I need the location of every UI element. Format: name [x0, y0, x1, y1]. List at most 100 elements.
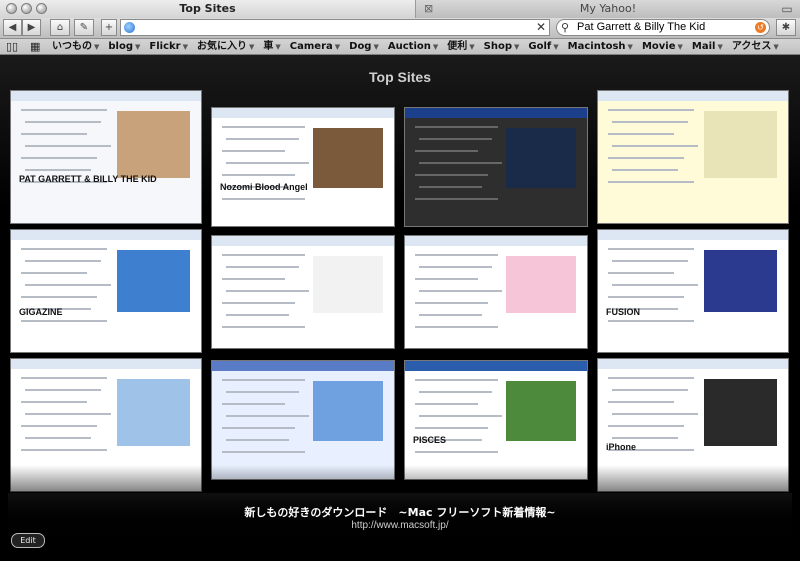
grid-icon[interactable]: ▦: [30, 40, 40, 53]
text-line: [21, 296, 98, 298]
text-line: [226, 391, 299, 393]
top-site-thumbnail[interactable]: Nozomi Blood Angel: [211, 107, 395, 227]
search-query[interactable]: Pat Garrett & Billy The Kid: [577, 21, 705, 34]
text-line: [21, 320, 108, 322]
thumbnail-header: [212, 236, 394, 246]
top-site-thumbnail[interactable]: [211, 235, 395, 349]
title-bar: Top Sites My Yahoo! ⊠ ▭: [0, 0, 800, 19]
thumbnail-header: [598, 230, 788, 240]
text-line: [419, 391, 492, 393]
bookmark-folder[interactable]: 車 ▼: [263, 39, 280, 54]
edit-button[interactable]: Edit: [11, 533, 45, 548]
bookmark-folder[interactable]: Flickr ▼: [149, 39, 188, 54]
top-site-thumbnail[interactable]: PISCES: [404, 360, 588, 480]
chevron-down-icon: ▼: [334, 43, 341, 51]
thumbnail-caption: GIGAZINE: [19, 306, 63, 317]
bookmark-folder[interactable]: Camera ▼: [290, 39, 340, 54]
back-button[interactable]: ◀: [3, 19, 22, 36]
chevron-down-icon: ▼: [677, 43, 683, 51]
text-line: [222, 150, 285, 152]
bookmark-folder[interactable]: Mail ▼: [692, 39, 723, 54]
bookmark-folder[interactable]: Macintosh ▼: [568, 39, 633, 54]
text-line: [21, 157, 98, 159]
text-line: [21, 401, 88, 403]
bookmark-label: Golf: [528, 41, 552, 52]
top-site-thumbnail[interactable]: [211, 360, 395, 480]
text-line: [415, 198, 498, 200]
top-site-thumbnail[interactable]: [404, 235, 588, 349]
bookmark-folder[interactable]: アクセス ▼: [732, 39, 779, 54]
text-line: [415, 403, 478, 405]
add-bookmark-button[interactable]: +: [101, 19, 117, 36]
bookmark-folder[interactable]: Shop ▼: [484, 39, 520, 54]
hovered-site-url: http://www.macsoft.jp/: [351, 520, 449, 531]
text-line: [226, 138, 299, 140]
text-line: [612, 437, 679, 439]
bookmark-folder[interactable]: Movie ▼: [642, 39, 683, 54]
thumbnail-image: [313, 256, 384, 313]
thumbnail-caption: PAT GARRETT & BILLY THE KID: [19, 174, 157, 185]
bookmark-label: Auction: [387, 41, 431, 52]
chevron-down-icon: ▼: [135, 43, 141, 51]
close-tab-icon[interactable]: ⊠: [424, 1, 433, 17]
tab-top-sites[interactable]: Top Sites: [0, 0, 416, 18]
forward-arrow-icon: ▶: [27, 22, 36, 33]
text-line: [415, 379, 498, 381]
top-site-thumbnail[interactable]: PAT GARRETT & BILLY THE KID: [10, 90, 202, 224]
text-line: [25, 145, 112, 147]
text-line: [25, 413, 112, 415]
top-site-thumbnail[interactable]: [597, 90, 789, 224]
bookmark-folder[interactable]: いつもの ▼: [52, 39, 99, 54]
bookmark-folder[interactable]: Auction ▼: [388, 39, 438, 54]
window-resize-icon[interactable]: ▭: [780, 0, 794, 18]
top-site-thumbnail[interactable]: [404, 107, 588, 227]
top-site-thumbnail[interactable]: FUSION: [597, 229, 789, 353]
search-field[interactable]: ⚲ Pat Garrett & Billy The Kid ↺: [556, 19, 770, 36]
text-line: [612, 121, 689, 123]
bookmark-folder[interactable]: blog ▼: [108, 39, 140, 54]
navigation-toolbar: ◀ ▶ ⌂ ✎ + ✕ ⚲ Pat Garrett & Billy The Ki…: [0, 18, 800, 39]
stop-loading-icon[interactable]: ✕: [536, 20, 546, 35]
thumbnail-image: [703, 250, 777, 312]
text-line: [415, 427, 488, 429]
text-line: [25, 169, 92, 171]
text-line: [21, 248, 108, 250]
minimize-window-button[interactable]: [21, 3, 32, 14]
top-site-thumbnail[interactable]: GIGAZINE: [10, 229, 202, 353]
text-line: [612, 145, 699, 147]
bookmark-label: 便利: [447, 41, 468, 52]
pencil-icon: ✎: [79, 22, 89, 33]
thumbnail-header: [11, 230, 201, 240]
bookmark-folder[interactable]: お気に入り ▼: [197, 39, 254, 54]
close-window-button[interactable]: [6, 3, 17, 14]
chevron-down-icon: ▼: [773, 43, 779, 51]
bookmark-label: Mail: [691, 41, 716, 52]
text-line: [419, 266, 492, 268]
zoom-window-button[interactable]: [36, 3, 47, 14]
bug-report-button[interactable]: ✱: [776, 19, 796, 36]
forward-button[interactable]: ▶: [22, 19, 41, 36]
tab-my-yahoo[interactable]: My Yahoo!: [416, 0, 800, 18]
text-line: [21, 133, 88, 135]
text-line: [226, 314, 289, 316]
thumbnail-header: [405, 108, 587, 118]
home-button[interactable]: ⌂: [50, 19, 70, 36]
url-input[interactable]: [139, 21, 529, 34]
edit-page-button[interactable]: ✎: [74, 19, 94, 36]
bookmark-folder[interactable]: Golf ▼: [528, 39, 558, 54]
text-line: [419, 314, 482, 316]
text-line: [226, 290, 309, 292]
text-line: [222, 174, 295, 176]
top-sites-view: Top Sites PAT GARRETT & BILLY THE KID Noz…: [0, 55, 800, 561]
bookmark-label: アクセス: [731, 41, 772, 52]
bookmark-folder[interactable]: Dog ▼: [349, 39, 379, 54]
clear-search-icon[interactable]: ↺: [755, 22, 766, 33]
chevron-down-icon: ▼: [469, 43, 475, 51]
open-book-icon[interactable]: ▯▯: [6, 40, 18, 53]
address-bar[interactable]: ✕: [120, 19, 550, 36]
text-line: [21, 109, 108, 111]
chevron-down-icon: ▼: [432, 43, 439, 51]
bookmark-label: Macintosh: [567, 41, 626, 52]
bookmark-label: 車: [263, 41, 274, 52]
bookmark-folder[interactable]: 便利 ▼: [447, 39, 474, 54]
